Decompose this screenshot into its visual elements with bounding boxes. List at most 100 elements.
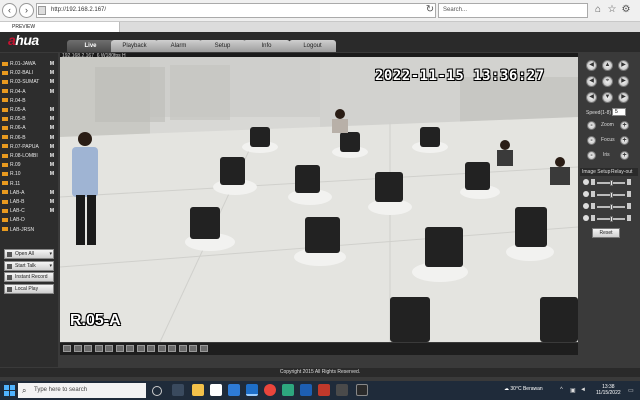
- ptz-up-button[interactable]: ▲: [602, 60, 613, 71]
- slider-increase-button[interactable]: [627, 215, 631, 221]
- channel-item[interactable]: R.05-B M: [2, 115, 56, 124]
- channel-marker[interactable]: M: [50, 78, 54, 87]
- channel-item[interactable]: R.02-BALI M: [2, 69, 56, 78]
- channel-marker[interactable]: M: [50, 106, 54, 115]
- channel-item[interactable]: R.06-B M: [2, 134, 56, 143]
- video-toolbar-button[interactable]: [105, 345, 113, 352]
- channel-item[interactable]: LAB-C M: [2, 207, 56, 216]
- chrome-icon[interactable]: [264, 384, 276, 396]
- video-toolbar-button[interactable]: [178, 345, 187, 352]
- channel-item[interactable]: LAB-B M: [2, 198, 56, 207]
- back-button[interactable]: ‹: [2, 3, 17, 18]
- forward-button[interactable]: ›: [19, 3, 34, 18]
- notifications-icon[interactable]: ▭: [628, 387, 634, 394]
- browser-tab-preview[interactable]: PREVIEW: [0, 22, 120, 32]
- channel-item[interactable]: R.04-B: [2, 97, 56, 106]
- slider-handle[interactable]: [610, 216, 613, 222]
- channel-item[interactable]: R.04-A M: [2, 88, 56, 97]
- tray-chevron-icon[interactable]: ^: [560, 387, 563, 393]
- channel-marker[interactable]: M: [50, 60, 54, 69]
- ptz-up-right-button[interactable]: ▶: [618, 60, 629, 71]
- slider-handle[interactable]: [610, 180, 613, 186]
- zoom-out-button[interactable]: -: [587, 121, 596, 130]
- speed-select[interactable]: 5: [612, 108, 626, 116]
- channel-marker[interactable]: M: [50, 124, 54, 133]
- address-bar[interactable]: http://192.168.2.167/: [36, 3, 436, 18]
- slider-decrease-button[interactable]: [591, 179, 595, 185]
- channel-marker[interactable]: M: [50, 170, 54, 179]
- channel-item[interactable]: R.03-SUMAT M: [2, 78, 56, 87]
- slider-decrease-button[interactable]: [591, 203, 595, 209]
- ptz-up-left-button[interactable]: ◀: [586, 60, 597, 71]
- network-icon[interactable]: ▣: [570, 387, 576, 394]
- channel-marker[interactable]: M: [50, 161, 54, 170]
- zoom-in-button[interactable]: +: [620, 121, 629, 130]
- edge-icon[interactable]: [282, 384, 294, 396]
- slider-increase-button[interactable]: [627, 179, 631, 185]
- cortana-icon[interactable]: [152, 386, 162, 396]
- app-icon[interactable]: [336, 384, 348, 396]
- refresh-icon[interactable]: ↻: [424, 4, 436, 16]
- tab-alarm[interactable]: Alarm: [155, 40, 202, 52]
- home-icon[interactable]: ⌂: [592, 4, 604, 16]
- video-toolbar-button[interactable]: [115, 345, 124, 352]
- video-toolbar-button[interactable]: [199, 345, 208, 352]
- channel-item[interactable]: LAB-D: [2, 216, 56, 225]
- channel-item[interactable]: R.06-A M: [2, 124, 56, 133]
- relay-out-tab[interactable]: Relay-out: [611, 169, 632, 175]
- ptz-left-button[interactable]: ◀: [586, 76, 597, 87]
- chevron-down-icon[interactable]: ▾: [49, 250, 52, 258]
- internet-explorer-icon[interactable]: [246, 384, 258, 396]
- channel-item[interactable]: R.11: [2, 180, 56, 189]
- favorites-icon[interactable]: ☆: [606, 4, 618, 16]
- tab-info[interactable]: Info: [243, 40, 290, 52]
- video-toolbar-button[interactable]: [157, 345, 166, 352]
- focus-minus-button[interactable]: -: [587, 136, 596, 145]
- channel-marker[interactable]: M: [50, 69, 54, 78]
- system-clock[interactable]: 13:38 11/15/2022: [596, 384, 621, 396]
- slider-decrease-button[interactable]: [591, 215, 595, 221]
- channel-item[interactable]: R.09 M: [2, 161, 56, 170]
- video-toolbar-button[interactable]: [126, 345, 134, 352]
- browser-search-input[interactable]: Search...: [438, 3, 588, 18]
- taskbar-search-input[interactable]: Type here to search: [18, 383, 146, 398]
- slider-increase-button[interactable]: [627, 203, 631, 209]
- image-setup-tab[interactable]: Image Setup: [582, 169, 610, 175]
- volume-icon[interactable]: ◄: [580, 387, 586, 393]
- live-video-feed[interactable]: [60, 57, 578, 342]
- video-toolbar-button[interactable]: [189, 345, 197, 352]
- tab-playback[interactable]: Playback: [111, 40, 158, 52]
- tab-logout[interactable]: Logout: [289, 40, 336, 52]
- instant-record-button[interactable]: Instant Record: [4, 272, 54, 282]
- video-toolbar-button[interactable]: [73, 345, 82, 352]
- app-icon[interactable]: [356, 384, 368, 396]
- focus-plus-button[interactable]: +: [620, 136, 629, 145]
- slider-decrease-button[interactable]: [591, 191, 595, 197]
- video-toolbar-button[interactable]: [168, 345, 176, 352]
- local-play-button[interactable]: Local Play: [4, 284, 54, 294]
- video-toolbar-button[interactable]: [136, 345, 145, 352]
- tab-setup[interactable]: Setup: [199, 40, 246, 52]
- channel-marker[interactable]: M: [50, 207, 54, 216]
- ptz-down-right-button[interactable]: ▶: [618, 92, 629, 103]
- channel-marker[interactable]: M: [50, 88, 54, 97]
- iris-minus-button[interactable]: -: [587, 151, 596, 160]
- store-icon[interactable]: [210, 384, 222, 396]
- ptz-center-button[interactable]: ⌖: [602, 76, 613, 87]
- channel-marker[interactable]: M: [50, 189, 54, 198]
- channel-marker[interactable]: M: [50, 198, 54, 207]
- ptz-down-button[interactable]: ▼: [602, 92, 613, 103]
- channel-item[interactable]: R.07-PAPUA M: [2, 143, 56, 152]
- video-toolbar-button[interactable]: [84, 345, 92, 352]
- channel-marker[interactable]: M: [50, 143, 54, 152]
- channel-item[interactable]: R.01-JAWA M: [2, 60, 56, 69]
- ptz-down-left-button[interactable]: ◀: [586, 92, 597, 103]
- ptz-right-button[interactable]: ▶: [618, 76, 629, 87]
- channel-marker[interactable]: M: [50, 134, 54, 143]
- video-toolbar-button[interactable]: [147, 345, 155, 352]
- slider-handle[interactable]: [610, 192, 613, 198]
- video-toolbar-button[interactable]: [63, 345, 71, 352]
- open-all-button[interactable]: Open All ▾: [4, 249, 54, 259]
- weather-widget[interactable]: ☁ 30°C Berawan: [504, 386, 543, 392]
- file-explorer-icon[interactable]: [192, 384, 204, 396]
